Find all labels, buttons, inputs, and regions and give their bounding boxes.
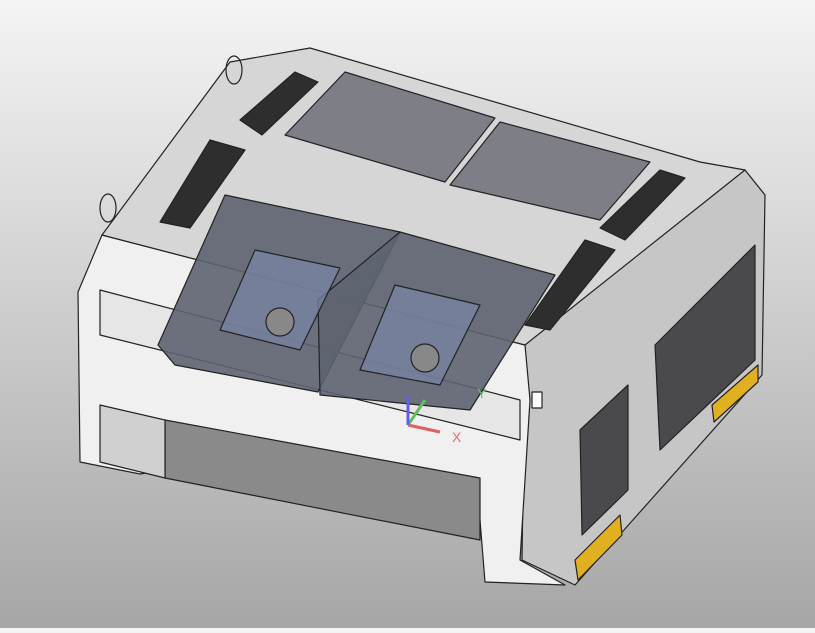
model-render[interactable]: X Y bbox=[0, 0, 815, 628]
x-axis-label: X bbox=[452, 429, 462, 445]
tray-left-knob bbox=[266, 308, 294, 336]
lifting-ring-front[interactable] bbox=[100, 194, 116, 222]
y-axis-label: Y bbox=[477, 385, 487, 401]
tray-right-knob bbox=[411, 344, 439, 372]
cad-3d-viewport[interactable]: X Y bbox=[0, 0, 815, 628]
side-switch[interactable] bbox=[532, 392, 542, 408]
